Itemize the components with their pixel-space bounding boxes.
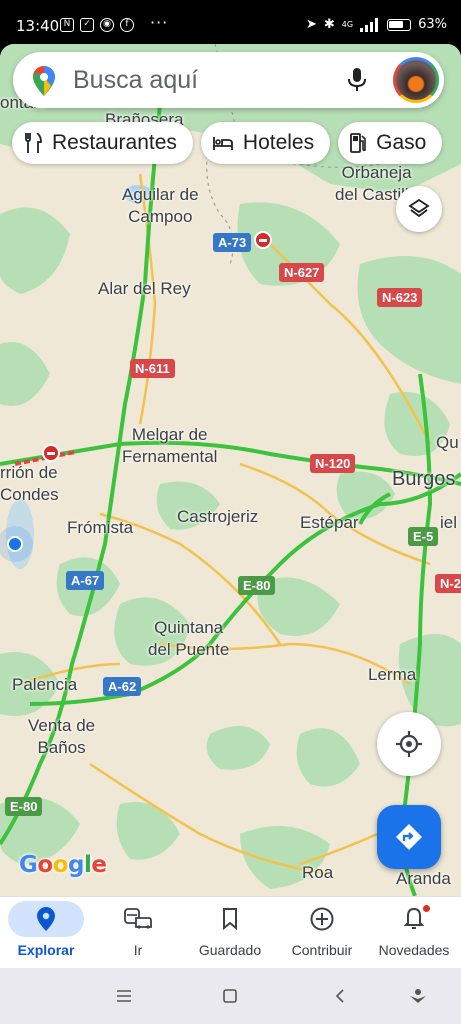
layers-button[interactable]: [396, 186, 442, 232]
road-shield: E-80: [5, 797, 43, 816]
nav-label: Guardado: [198, 942, 262, 958]
nav-icon-bg: [8, 901, 84, 937]
notification-badge: [423, 905, 430, 912]
gas-pump-icon: [350, 133, 366, 153]
maps-pin-icon: [33, 66, 55, 96]
facebook-icon: f: [120, 18, 134, 32]
road-shield: E-80: [238, 576, 276, 595]
search-bar[interactable]: Busca aquí: [13, 52, 444, 108]
road-shield: A-62: [103, 677, 142, 696]
place-label[interactable]: Palencia: [12, 674, 77, 696]
map-canvas[interactable]: Brañosera Aguilar de Campoo Orbaneja del…: [0, 44, 461, 896]
crosshair-icon: [396, 731, 422, 757]
more-notifications-icon: ···: [150, 13, 169, 32]
nav-go[interactable]: Ir: [92, 897, 184, 969]
nav-label: Contribuir: [291, 942, 353, 958]
nav-icon-bg: [302, 901, 342, 937]
place-label[interactable]: Melgar de Fernamental: [122, 424, 217, 468]
road-shield: N-120: [310, 454, 356, 473]
current-location-dot[interactable]: [7, 536, 23, 552]
chip-restaurants[interactable]: Restaurantes: [12, 122, 193, 164]
map-pin-icon: [37, 907, 55, 931]
chip-label: Hoteles: [242, 131, 315, 154]
bottom-navigation: Explorar Ir Guardado Contribuir Novedade…: [0, 896, 461, 968]
place-label[interactable]: Alar del Rey: [98, 278, 191, 300]
assistant-button[interactable]: [408, 986, 428, 1006]
signal-icon: [360, 17, 379, 32]
location-arrow-icon: ➤: [305, 17, 317, 32]
menu-icon: [117, 990, 131, 1002]
shield-icon: ✓: [80, 18, 94, 32]
home-button[interactable]: [220, 986, 240, 1006]
nav-explore[interactable]: Explorar: [0, 897, 92, 969]
battery-level: 63%: [418, 17, 447, 32]
system-status-icons: ➤ ✱ 4G 63%: [306, 17, 447, 32]
road-shield: N-627: [279, 263, 325, 282]
place-label[interactable]: rrión de Condes: [0, 462, 59, 506]
place-label[interactable]: iel: [440, 512, 457, 534]
search-input[interactable]: Busca aquí: [73, 66, 198, 95]
directions-icon: [396, 824, 422, 850]
status-bar: 13:40 N ✓ ◉ f ··· ➤ ✱ 4G 63%: [0, 0, 461, 44]
place-label[interactable]: Estépar: [300, 512, 359, 534]
road-shield: N-2: [435, 574, 461, 593]
road-shield: A-73: [213, 233, 252, 252]
microphone-icon[interactable]: [347, 67, 367, 93]
battery-icon: [387, 18, 412, 31]
nav-icon-bg: [210, 901, 250, 937]
fork-knife-icon: [25, 133, 42, 153]
nav-icon-bg: [118, 901, 158, 937]
place-label[interactable]: Roa: [302, 862, 333, 884]
road-shield: N-623: [377, 288, 423, 307]
bell-icon: [404, 907, 424, 929]
chip-hotels[interactable]: Hoteles: [200, 122, 331, 164]
road-shield: N-611: [130, 359, 175, 378]
place-label[interactable]: Frómista: [67, 517, 133, 539]
camera-icon: ◉: [100, 18, 114, 32]
directions-button[interactable]: [377, 805, 441, 869]
place-label[interactable]: Burgos: [392, 468, 455, 490]
nav-label: Novedades: [378, 942, 450, 958]
nav-updates[interactable]: Novedades: [368, 897, 460, 969]
recent-apps-button[interactable]: [114, 986, 134, 1006]
assistant-icon: [410, 989, 426, 1003]
place-label[interactable]: Quintana del Puente: [148, 617, 229, 661]
place-label[interactable]: Castrojeriz: [177, 506, 258, 528]
nav-saved[interactable]: Guardado: [184, 897, 276, 969]
back-button[interactable]: [330, 986, 350, 1006]
notification-icons: N ✓ ◉ f: [60, 18, 134, 32]
status-time: 13:40: [16, 17, 60, 35]
nav-contribute[interactable]: Contribuir: [276, 897, 368, 969]
place-label[interactable]: Aranda: [396, 868, 451, 890]
nav-label: Ir: [133, 942, 143, 958]
bluetooth-icon: ✱: [323, 17, 335, 32]
account-avatar[interactable]: [393, 57, 439, 103]
layers-icon: [408, 198, 430, 218]
commute-icon: [124, 908, 152, 929]
chevron-left-icon: [335, 989, 344, 1003]
my-location-button[interactable]: [377, 712, 441, 776]
network-type: 4G: [341, 20, 354, 29]
add-circle-icon: [310, 907, 334, 931]
category-chips: Restaurantes Hoteles Gaso: [12, 122, 443, 164]
road-shield: A-67: [66, 571, 105, 590]
bookmark-icon: [223, 908, 237, 930]
place-label[interactable]: Venta de Baños: [28, 715, 95, 759]
road-closure-icon[interactable]: [254, 231, 272, 249]
square-icon: [223, 989, 237, 1003]
chip-label: Restaurantes: [52, 131, 177, 154]
chip-gas-stations[interactable]: Gaso: [338, 122, 443, 164]
chip-label: Gaso: [376, 131, 427, 154]
nfc-icon: N: [60, 18, 74, 32]
bed-icon: [213, 137, 233, 150]
road-closure-icon[interactable]: [42, 444, 60, 462]
place-label[interactable]: Lerma: [368, 664, 416, 686]
place-label[interactable]: Aguilar de Campoo: [122, 184, 199, 228]
system-navigation-bar: [0, 968, 461, 1024]
google-logo: Google: [19, 852, 107, 878]
place-label[interactable]: Qu: [436, 432, 459, 454]
nav-label: Explorar: [17, 942, 75, 958]
road-shield: E-5: [408, 527, 439, 546]
